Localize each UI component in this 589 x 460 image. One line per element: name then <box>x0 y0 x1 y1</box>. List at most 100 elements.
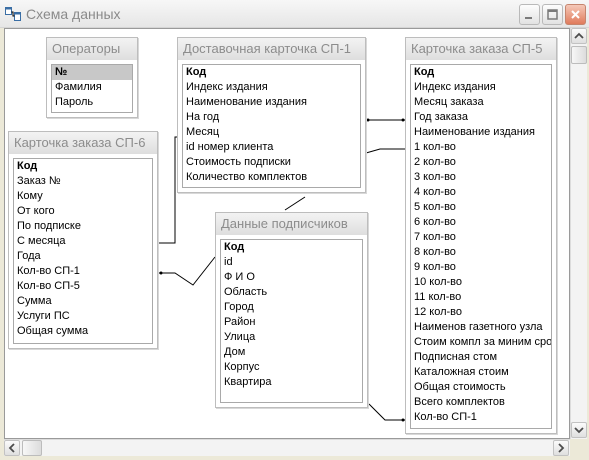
scroll-left-button[interactable] <box>4 440 20 456</box>
table-field[interactable]: По подписке <box>14 219 152 234</box>
table-field[interactable]: Месяц заказа <box>411 95 551 110</box>
table-field[interactable]: Ф И О <box>221 270 362 285</box>
table-field[interactable]: Индекс издания <box>411 80 551 95</box>
table-field[interactable]: Корпус <box>221 360 362 375</box>
relationships-icon <box>5 7 21 21</box>
table-field[interactable]: id номер клиента <box>183 140 360 155</box>
table-field[interactable]: Дом <box>221 345 362 360</box>
table-field[interactable]: Наименов газетного узла <box>411 320 551 335</box>
diagram-canvas[interactable]: Операторы № Фамилия Пароль Доставочная кар… <box>4 28 570 439</box>
relation-delivery-sp5-2 <box>365 148 405 154</box>
table-order-card-sp6[interactable]: Карточка заказа СП-6 Код Заказ № Кому От ко… <box>8 131 158 349</box>
primary-key-field[interactable]: Код <box>183 65 360 80</box>
primary-key-field[interactable]: Код <box>411 65 551 80</box>
table-field[interactable]: Кол-во СП-1 <box>14 264 152 279</box>
table-field[interactable]: Подписная стом <box>411 350 551 365</box>
relation-subscribers-sp5 <box>368 403 405 421</box>
scroll-up-button[interactable] <box>571 28 587 44</box>
table-field[interactable]: Улица <box>221 330 362 345</box>
table-field[interactable]: 8 кол-во <box>411 245 551 260</box>
table-field[interactable]: Квартира <box>221 375 362 390</box>
table-field[interactable]: Всего комплектов <box>411 395 551 410</box>
scroll-down-button[interactable] <box>571 422 587 438</box>
table-field[interactable]: Кол-во СП-1 <box>411 410 551 425</box>
table-field[interactable]: Каталожная стоим <box>411 365 551 380</box>
title-bar[interactable]: Схема данных <box>0 0 589 28</box>
field-list[interactable]: Код Индекс издания Месяц заказа Год заказа Н… <box>410 64 552 429</box>
table-field[interactable]: 4 кол-во <box>411 185 551 200</box>
table-operators[interactable]: Операторы № Фамилия Пароль <box>46 37 138 118</box>
window-title: Схема данных <box>26 6 121 22</box>
table-field[interactable]: С месяца <box>14 234 152 249</box>
horizontal-scrollbar[interactable] <box>4 439 570 456</box>
table-field[interactable]: 2 кол-во <box>411 155 551 170</box>
table-field[interactable]: Кол-во СП-5 <box>14 279 152 294</box>
scrollbar-corner <box>570 439 587 456</box>
table-field[interactable]: 5 кол-во <box>411 200 551 215</box>
table-field[interactable]: Количество комплектов <box>183 170 360 185</box>
field-list[interactable]: Код Индекс издания Наименование издания На … <box>182 64 361 188</box>
table-field[interactable]: 11 кол-во <box>411 290 551 305</box>
table-title[interactable]: Доставочная карточка СП-1 <box>178 38 365 60</box>
table-field[interactable]: Заказ № <box>14 174 152 189</box>
table-delivery-card[interactable]: Доставочная карточка СП-1 Код Индекс изда… <box>177 37 366 193</box>
table-field[interactable]: 7 кол-во <box>411 230 551 245</box>
relationships-window: Схема данных Операторы № Фамилия Пароль … <box>0 0 589 460</box>
vertical-scrollbar[interactable] <box>570 28 587 439</box>
table-field[interactable]: Года <box>14 249 152 264</box>
table-field[interactable]: Наименование издания <box>183 95 360 110</box>
table-field[interactable]: Стоим компл за миним срок <box>411 335 551 350</box>
table-subscribers[interactable]: Данные подписчиков Код id Ф И О Область Горо… <box>215 212 368 408</box>
table-field[interactable]: Общая стоимость <box>411 380 551 395</box>
minimize-button[interactable] <box>519 4 540 25</box>
table-field[interactable]: От кого <box>14 204 152 219</box>
table-title[interactable]: Операторы <box>47 38 137 60</box>
table-field[interactable]: Город <box>221 300 362 315</box>
horizontal-scroll-thumb[interactable] <box>22 440 42 456</box>
arrow-down-icon <box>574 427 584 434</box>
primary-key-field[interactable]: Код <box>221 240 362 255</box>
maximize-button[interactable] <box>542 4 563 25</box>
table-title[interactable]: Карточка заказа СП-6 <box>9 132 157 154</box>
table-field[interactable]: На год <box>183 110 360 125</box>
table-field[interactable]: Пароль <box>52 95 132 110</box>
table-field[interactable]: 10 кол-во <box>411 275 551 290</box>
minimize-icon <box>525 17 532 19</box>
table-field[interactable]: Год заказа <box>411 110 551 125</box>
field-list[interactable]: Код Заказ № Кому От кого По подписке С месяца… <box>13 158 153 344</box>
table-field[interactable]: Общая сумма <box>14 324 152 339</box>
close-button[interactable] <box>565 4 586 25</box>
table-field[interactable]: Район <box>221 315 362 330</box>
table-title[interactable]: Данные подписчиков <box>216 213 367 235</box>
arrow-left-icon <box>8 443 15 453</box>
field-list[interactable]: № Фамилия Пароль <box>51 64 133 113</box>
table-field[interactable]: Наименование издания <box>411 125 551 140</box>
table-field[interactable]: 12 кол-во <box>411 305 551 320</box>
table-field[interactable]: Фамилия <box>52 80 132 95</box>
table-field[interactable]: Стоимость подписки <box>183 155 360 170</box>
field-list[interactable]: Код id Ф И О Область Город Район Улица Дом Корпу… <box>220 239 363 403</box>
table-field[interactable]: id <box>221 255 362 270</box>
table-order-card-sp5[interactable]: Карточка заказа СП-5 Код Индекс издания Ме… <box>405 37 557 434</box>
table-title[interactable]: Карточка заказа СП-5 <box>406 38 556 60</box>
table-field[interactable]: 6 кол-во <box>411 215 551 230</box>
relation-sp6-subscribers <box>159 256 216 286</box>
maximize-icon <box>547 9 558 20</box>
table-field[interactable]: Индекс издания <box>183 80 360 95</box>
primary-key-field[interactable]: Код <box>14 159 152 174</box>
table-field[interactable]: Область <box>221 285 362 300</box>
primary-key-field[interactable]: № <box>52 65 132 80</box>
table-field[interactable]: 1 кол-во <box>411 140 551 155</box>
arrow-up-icon <box>574 32 584 39</box>
vertical-scroll-thumb[interactable] <box>571 46 587 64</box>
relation-subscribers-delivery <box>284 196 306 211</box>
table-field[interactable]: Месяц <box>183 125 360 140</box>
table-field[interactable]: Услуги ПС <box>14 309 152 324</box>
close-icon <box>571 10 580 19</box>
table-field[interactable]: 3 кол-во <box>411 170 551 185</box>
table-field[interactable]: Кому <box>14 189 152 204</box>
table-field[interactable]: Сумма <box>14 294 152 309</box>
arrow-right-icon <box>558 443 565 453</box>
table-field[interactable]: 9 кол-во <box>411 260 551 275</box>
scroll-right-button[interactable] <box>553 440 569 456</box>
